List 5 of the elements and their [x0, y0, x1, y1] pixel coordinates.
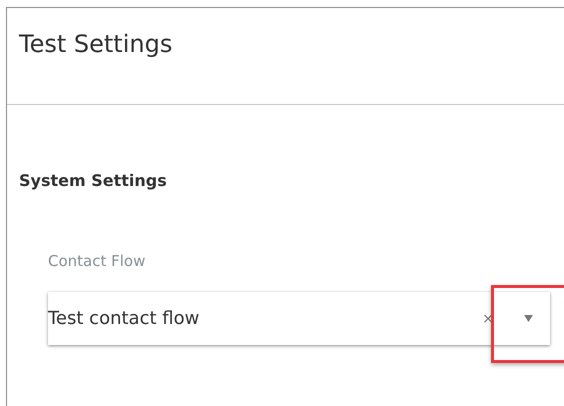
caret-icon[interactable]: [524, 315, 533, 322]
panel-title: Test Settings: [19, 30, 172, 58]
section-heading: System Settings: [19, 171, 167, 190]
selected-value: Test contact flow: [48, 308, 200, 329]
field-label: Contact Flow: [48, 252, 146, 270]
